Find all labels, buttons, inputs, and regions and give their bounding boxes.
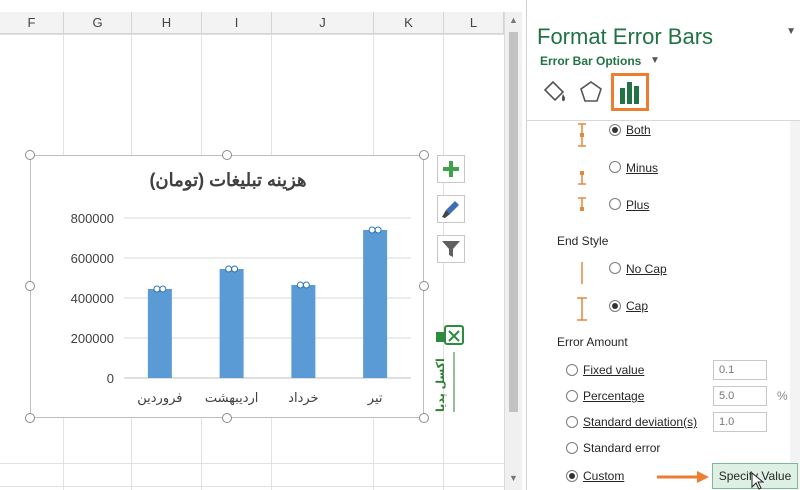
fixed-value-radio[interactable]: [566, 364, 578, 376]
y-axis-tick-label[interactable]: 200000: [71, 331, 114, 346]
both-direction-icon: [578, 123, 586, 147]
gridline: [0, 463, 504, 464]
pane-divider: [527, 120, 800, 121]
options-dropdown[interactable]: Error Bar Options: [540, 54, 641, 68]
excelpedia-logo: اکسل پدیا: [434, 325, 464, 412]
percentage-input[interactable]: 5.0: [713, 386, 767, 406]
percentage-label[interactable]: Percentage: [583, 389, 644, 403]
pane-scrollbar[interactable]: [790, 121, 800, 490]
resize-handle-bottom-right[interactable]: [419, 413, 429, 423]
no-cap-icon: [581, 262, 583, 284]
direction-both-label[interactable]: Both: [626, 123, 651, 137]
fill-line-icon[interactable]: [539, 76, 571, 108]
percentage-radio[interactable]: [566, 390, 578, 402]
filter-icon: [442, 241, 460, 257]
resize-handle-top-right[interactable]: [419, 150, 429, 160]
chevron-down-icon[interactable]: ▼: [650, 55, 660, 66]
mouse-cursor-icon: [751, 472, 765, 490]
y-axis-tick-label[interactable]: 800000: [71, 211, 114, 226]
error-bar-handle[interactable]: [153, 285, 161, 293]
fixed-value-input[interactable]: 0.1: [713, 360, 767, 380]
chart-filters-button[interactable]: [437, 235, 465, 263]
error-bar-handle[interactable]: [159, 285, 167, 293]
std-dev-input[interactable]: 1.0: [713, 412, 767, 432]
effects-pentagon-icon[interactable]: [575, 76, 607, 108]
plus-direction-icon: [578, 197, 586, 211]
y-axis-tick-label[interactable]: 600000: [71, 251, 114, 266]
chart-bar[interactable]: [219, 269, 244, 378]
error-bar-handle[interactable]: [296, 281, 304, 289]
bar-chart-options-icon: [620, 82, 639, 104]
chart-area[interactable]: هزینه تبلیغات (تومان) 0 200000 400000 60000…: [30, 155, 424, 418]
resize-handle-bottom-left[interactable]: [25, 413, 35, 423]
gridline: [0, 34, 504, 35]
x-axis-category-label[interactable]: فروردین: [137, 391, 182, 406]
column-header-l[interactable]: L: [444, 12, 504, 34]
cap-radio[interactable]: [609, 300, 621, 312]
logo-text: اکسل پدیا: [434, 358, 447, 412]
fixed-value-label[interactable]: Fixed value: [583, 363, 644, 377]
y-axis-tick-label[interactable]: 400000: [71, 291, 114, 306]
cap-label[interactable]: Cap: [626, 299, 648, 313]
chart-styles-button[interactable]: [437, 195, 465, 223]
std-error-radio[interactable]: [566, 442, 578, 454]
resize-handle-right[interactable]: [419, 281, 429, 291]
pane-title: Format Error Bars: [537, 24, 714, 49]
excel-window: F G H I J K L ▲ ▼ هزینه تبلیغات (تومان) …: [0, 0, 800, 490]
resize-handle-top[interactable]: [222, 150, 232, 160]
no-cap-radio[interactable]: [609, 262, 621, 274]
resize-handle-top-left[interactable]: [25, 150, 35, 160]
direction-minus-label[interactable]: Minus: [626, 161, 658, 175]
plus-icon: [443, 161, 459, 177]
scroll-down-icon[interactable]: ▼: [505, 470, 522, 487]
scroll-up-icon[interactable]: ▲: [505, 12, 522, 29]
no-cap-label[interactable]: No Cap: [626, 262, 667, 276]
end-style-heading: End Style: [557, 234, 609, 248]
worksheet-area[interactable]: F G H I J K L ▲ ▼ هزینه تبلیغات (تومان) …: [0, 0, 522, 490]
custom-radio[interactable]: [566, 470, 578, 482]
brush-icon: [442, 201, 459, 218]
vertical-scrollbar[interactable]: ▲ ▼: [504, 12, 522, 490]
error-bar-handle[interactable]: [302, 281, 310, 289]
format-error-bars-pane: Format Error Bars ▼ Error Bar Options ▼ …: [526, 0, 800, 490]
chart-elements-button[interactable]: [437, 155, 465, 183]
std-dev-radio[interactable]: [566, 416, 578, 428]
x-axis-category-label[interactable]: تیر: [367, 391, 383, 406]
highlight-arrow-icon: [657, 471, 709, 483]
direction-minus-radio[interactable]: [609, 161, 621, 173]
direction-both-radio[interactable]: [609, 124, 621, 136]
percent-unit: %: [777, 389, 788, 403]
resize-handle-left[interactable]: [25, 281, 35, 291]
column-header-h[interactable]: H: [132, 12, 202, 34]
scroll-thumb[interactable]: [509, 32, 518, 412]
chart-bar[interactable]: [291, 285, 316, 378]
pane-options-icon[interactable]: ▼: [786, 26, 796, 37]
column-header-i[interactable]: I: [202, 12, 272, 34]
column-header-g[interactable]: G: [64, 12, 132, 34]
column-header-row: F G H I J K L: [0, 12, 504, 34]
error-amount-heading: Error Amount: [557, 335, 628, 349]
cap-icon: [577, 297, 587, 321]
x-axis-category-label[interactable]: اردیبهشت: [205, 391, 259, 406]
plot-area[interactable]: 0 200000 400000 600000 800000 فروردین اردیبهشت…: [31, 156, 425, 419]
column-header-f[interactable]: F: [0, 12, 64, 34]
column-header-j[interactable]: J: [272, 12, 374, 34]
custom-label[interactable]: Custom: [583, 469, 624, 483]
chart-bar[interactable]: [363, 230, 388, 378]
error-bar-handle[interactable]: [231, 265, 239, 273]
std-dev-label[interactable]: Standard deviation(s): [583, 415, 697, 429]
gridline: [0, 486, 504, 487]
column-header-k[interactable]: K: [374, 12, 444, 34]
y-axis-tick-label[interactable]: 0: [107, 371, 114, 386]
resize-handle-bottom[interactable]: [222, 413, 232, 423]
error-bar-handle[interactable]: [368, 226, 376, 234]
x-axis-category-label[interactable]: خرداد: [288, 391, 318, 406]
error-bar-handle[interactable]: [374, 226, 382, 234]
direction-plus-label[interactable]: Plus: [626, 198, 649, 212]
error-bar-handle[interactable]: [225, 265, 233, 273]
minus-direction-icon: [578, 171, 586, 185]
direction-plus-radio[interactable]: [609, 198, 621, 210]
std-error-label[interactable]: Standard error: [583, 441, 660, 455]
chart-bar[interactable]: [147, 289, 172, 378]
